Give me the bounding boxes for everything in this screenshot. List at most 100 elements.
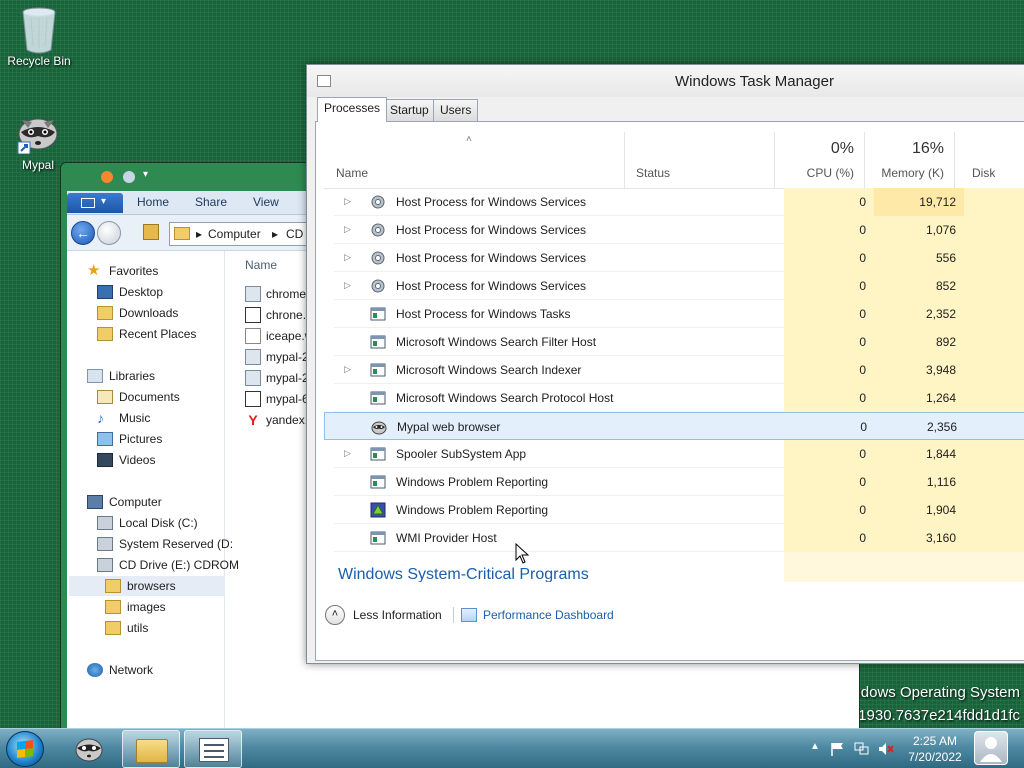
less-information-button[interactable]: Less Information <box>353 608 442 622</box>
file-item[interactable]: mypal-68 <box>245 389 315 409</box>
installer-icon <box>245 370 261 386</box>
process-row[interactable]: WMI Provider Host 0 3,160 <box>334 524 1024 552</box>
desktop-icon-recycle-bin[interactable]: Recycle Bin <box>4 6 74 68</box>
chevron-down-icon[interactable]: ▾ <box>143 169 148 180</box>
process-cpu: 0 <box>784 440 874 468</box>
nav-documents[interactable]: Documents <box>97 387 180 407</box>
up-arrow-icon[interactable] <box>143 224 159 240</box>
process-disk <box>964 356 1024 384</box>
process-row[interactable]: ▷ Host Process for Windows Services 0 19… <box>334 188 1024 216</box>
nav-downloads[interactable]: Downloads <box>97 303 178 323</box>
expand-arrow-icon[interactable]: ▷ <box>344 252 351 263</box>
process-disk <box>964 524 1024 552</box>
process-cpu: 0 <box>784 272 874 300</box>
app-window-icon <box>370 474 386 490</box>
expand-arrow-icon[interactable]: ▷ <box>344 196 351 207</box>
column-header-status[interactable]: Status <box>624 132 774 188</box>
nav-folder-utils[interactable]: utils <box>105 618 148 638</box>
nav-label: Favorites <box>109 264 159 278</box>
forward-button[interactable] <box>97 221 121 245</box>
nav-desktop[interactable]: Desktop <box>97 282 163 302</box>
user-avatar-icon[interactable] <box>974 731 1008 765</box>
tab-users[interactable]: Users <box>433 99 479 121</box>
back-button[interactable]: ← <box>71 221 95 245</box>
process-row[interactable]: ▷ Spooler SubSystem App 0 1,844 <box>334 440 1024 468</box>
nav-videos[interactable]: Videos <box>97 450 155 470</box>
breadcrumb-computer[interactable]: Computer <box>208 227 261 241</box>
task-manager-icon[interactable] <box>317 75 331 87</box>
nav-local-disk-c[interactable]: Local Disk (C:) <box>97 513 198 533</box>
file-menu-button[interactable]: ▾ <box>67 193 123 213</box>
process-row[interactable]: Windows Problem Reporting 0 1,116 <box>334 468 1024 496</box>
nav-music[interactable]: ♪ Music <box>97 408 150 428</box>
file-item[interactable]: mypal-29 <box>245 347 315 367</box>
performance-dashboard-link[interactable]: Performance Dashboard <box>483 608 614 622</box>
tray-overflow-arrow-icon[interactable]: ▲ <box>810 741 820 752</box>
nav-folder-images[interactable]: images <box>105 597 166 617</box>
nav-libraries[interactable]: Libraries <box>87 366 155 386</box>
process-disk <box>964 468 1024 496</box>
volume-muted-icon[interactable] <box>878 742 894 756</box>
explorer-quick-access-icon[interactable] <box>101 171 113 183</box>
column-header-name[interactable]: Name <box>324 132 624 188</box>
network-icon[interactable] <box>854 742 870 756</box>
expand-arrow-icon[interactable]: ▷ <box>344 448 351 459</box>
column-header-disk[interactable]: 0 Disk <box>954 132 1024 188</box>
recycle-bin-icon <box>17 6 61 54</box>
process-row[interactable]: Microsoft Windows Search Protocol Host 0… <box>334 384 1024 412</box>
nav-pictures[interactable]: Pictures <box>97 429 162 449</box>
process-row[interactable]: Windows Problem Reporting 0 1,904 <box>334 496 1024 524</box>
system-clock[interactable]: 2:25 AM 7/20/2022 <box>900 733 970 765</box>
tab-startup[interactable]: Startup <box>383 99 436 121</box>
process-row-selected[interactable]: Mypal web browser 0 2,356 <box>324 412 1024 440</box>
process-name: Host Process for Windows Services <box>396 251 587 265</box>
process-memory: 1,264 <box>874 384 964 412</box>
computer-icon <box>87 495 103 509</box>
collapse-arrow-icon[interactable]: ˄ <box>325 605 345 625</box>
action-center-flag-icon[interactable] <box>830 742 846 756</box>
expand-arrow-icon[interactable]: ▷ <box>344 280 351 291</box>
nav-label: Documents <box>119 390 180 404</box>
ribbon-tab-share[interactable]: Share <box>195 195 227 209</box>
desktop-icon <box>97 285 113 299</box>
process-list: ▷ Host Process for Windows Services 0 19… <box>324 188 1024 582</box>
taskbar-mypal-button[interactable] <box>60 730 118 768</box>
task-manager-window[interactable]: Windows Task Manager Processes Startup U… <box>306 64 1024 664</box>
performance-chart-icon[interactable] <box>461 608 477 622</box>
footer-divider <box>453 607 454 623</box>
process-row[interactable]: ▷ Host Process for Windows Services 0 55… <box>334 244 1024 272</box>
column-header-cpu[interactable]: 0% CPU (%) <box>774 132 864 188</box>
process-row[interactable]: Microsoft Windows Search Filter Host 0 8… <box>334 328 1024 356</box>
taskbar-task-manager-button[interactable] <box>184 730 242 768</box>
nav-folder-browsers[interactable]: browsers <box>69 576 225 596</box>
tab-processes[interactable]: Processes <box>317 97 388 122</box>
taskbar-explorer-button[interactable] <box>122 730 180 768</box>
ribbon-tab-view[interactable]: View <box>253 195 279 209</box>
column-header-memory[interactable]: 16% Memory (K) <box>864 132 954 188</box>
process-name: Host Process for Windows Services <box>396 279 587 293</box>
column-header-name[interactable]: Name <box>245 258 277 272</box>
process-row[interactable]: Host Process for Windows Tasks 0 2,352 <box>334 300 1024 328</box>
problem-report-icon <box>370 502 386 518</box>
start-button[interactable] <box>6 731 44 767</box>
process-row[interactable]: ▷ Host Process for Windows Services 0 85… <box>334 272 1024 300</box>
group-heading-windows-critical[interactable]: Windows System-Critical Programs <box>338 566 589 582</box>
process-row[interactable]: ▷ Host Process for Windows Services 0 1,… <box>334 216 1024 244</box>
expand-arrow-icon[interactable]: ▷ <box>344 364 351 375</box>
nav-favorites[interactable]: ★ Favorites <box>87 261 158 281</box>
nav-label: Downloads <box>119 306 179 320</box>
ribbon-tab-home[interactable]: Home <box>137 195 169 209</box>
file-item[interactable]: mypal-29 <box>245 368 315 388</box>
nav-cd-drive-e[interactable]: CD Drive (E:) CDROM <box>97 555 239 575</box>
expand-arrow-icon[interactable]: ▷ <box>344 224 351 235</box>
explorer-quick-access-icon[interactable] <box>123 171 135 183</box>
task-manager-icon <box>199 738 229 762</box>
process-memory: 19,712 <box>874 188 964 216</box>
nav-computer[interactable]: Computer <box>87 492 162 512</box>
nav-network[interactable]: Network <box>87 660 153 680</box>
task-manager-titlebar[interactable]: Windows Task Manager <box>307 65 1024 97</box>
process-row[interactable]: ▷ Microsoft Windows Search Indexer 0 3,9… <box>334 356 1024 384</box>
nav-system-reserved-d[interactable]: System Reserved (D: <box>97 534 233 554</box>
nav-recent-places[interactable]: Recent Places <box>97 324 196 344</box>
file-item[interactable]: chromest <box>245 284 315 304</box>
